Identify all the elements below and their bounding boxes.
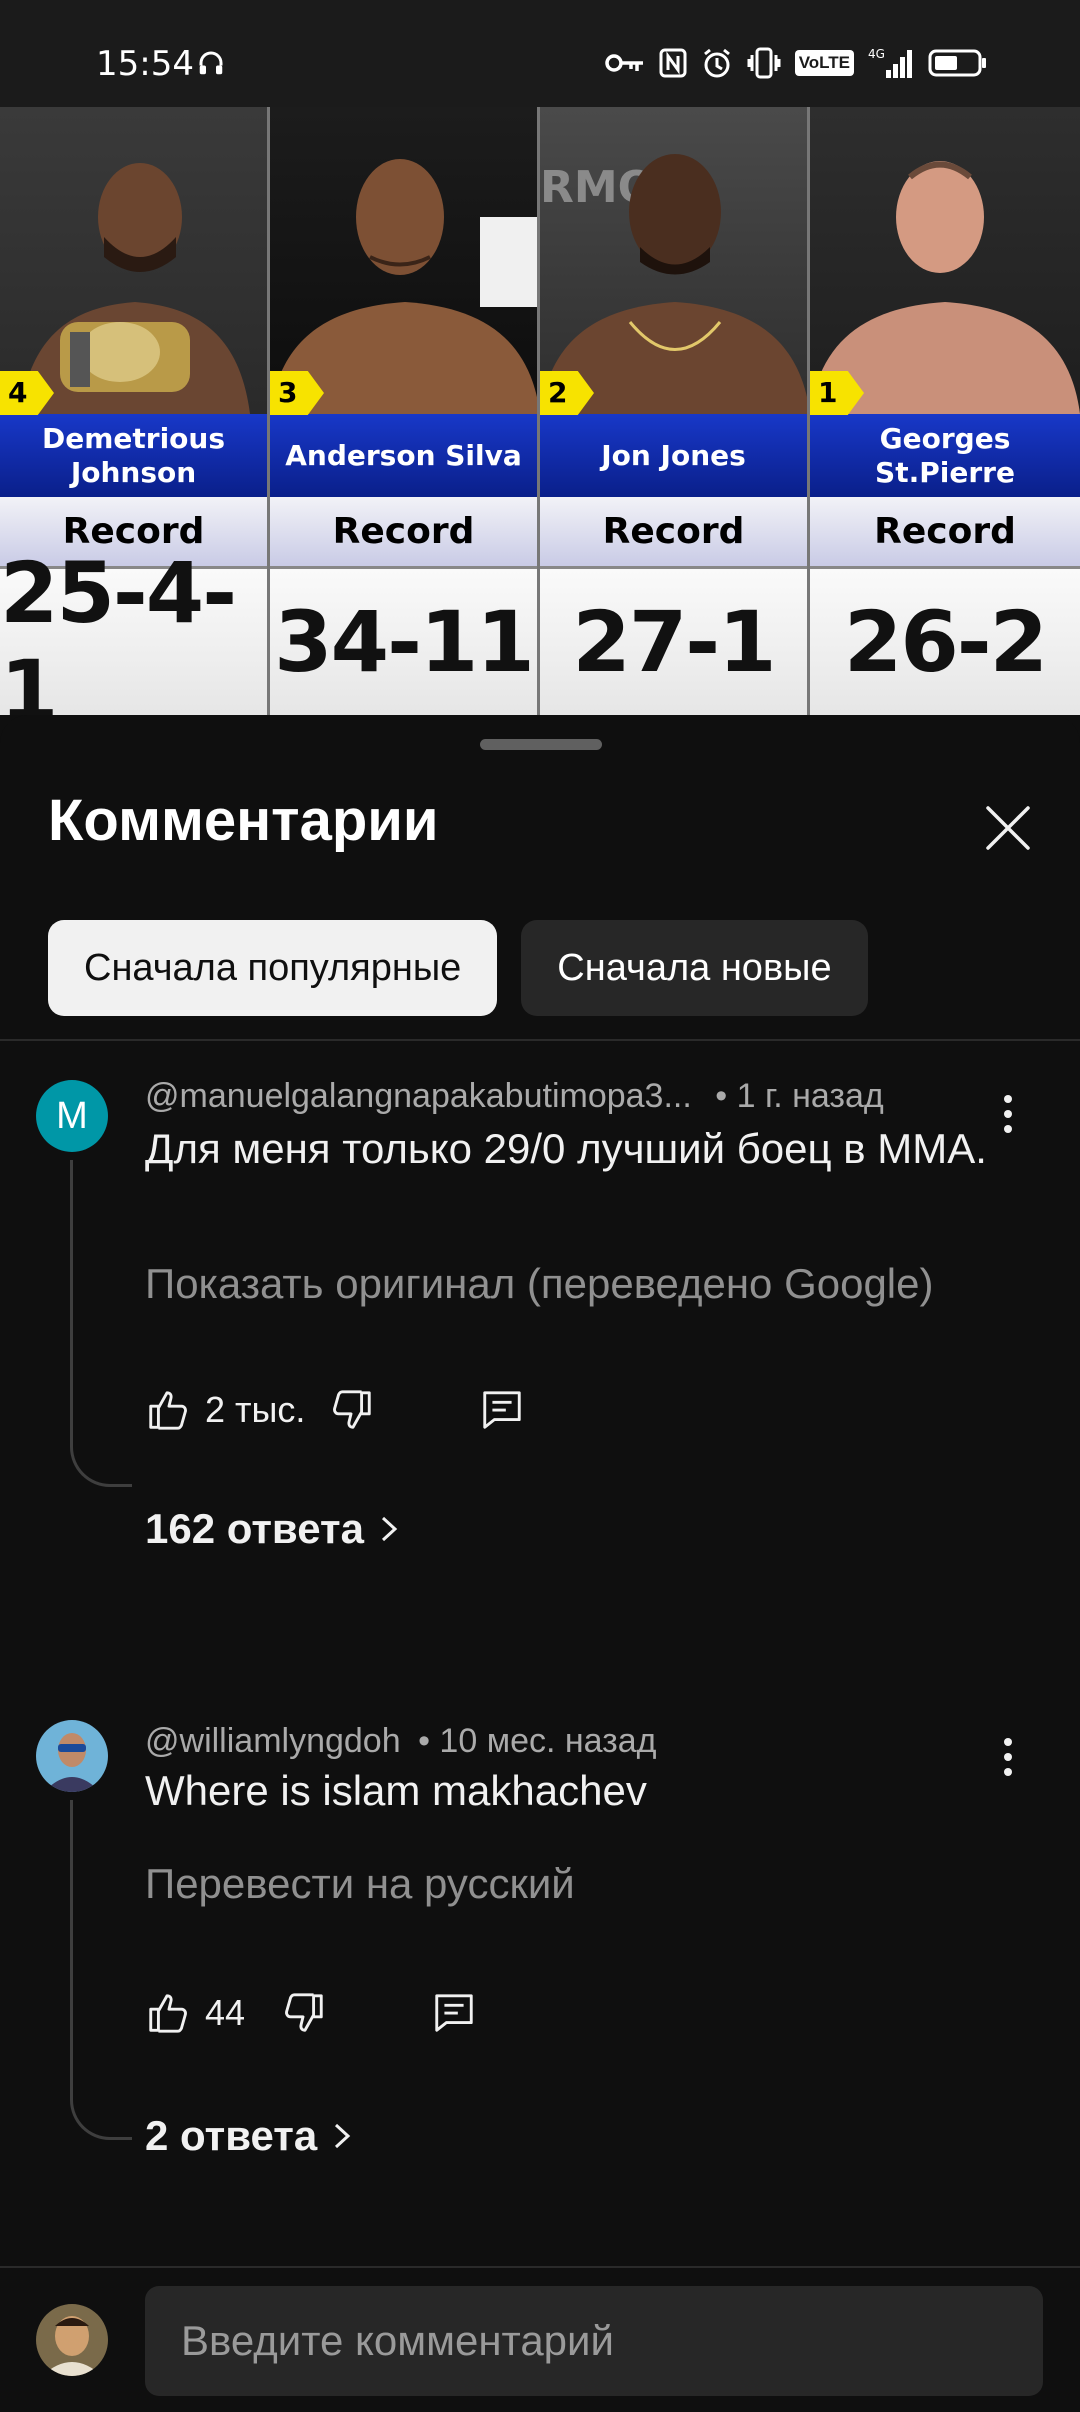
record-label: Record (270, 497, 537, 569)
thread-line (70, 1160, 132, 1487)
comment-composer (0, 2266, 1080, 2412)
fighter-card: 1 Georges St.Pierre Record 26-2 (810, 107, 1080, 715)
comment-time: • 1 г. назад (715, 1077, 884, 1115)
my-avatar[interactable] (36, 2304, 108, 2376)
record-value: 34-11 (270, 569, 537, 715)
chevron-right-icon (335, 2123, 351, 2149)
comment-text: Where is islam makhachev (145, 1767, 647, 1814)
fighter-name: Anderson Silva (270, 414, 537, 497)
dislike-icon[interactable] (281, 1990, 327, 2036)
volte-icon: VoLTE (794, 50, 854, 76)
avatar[interactable] (36, 1720, 108, 1792)
vibrate-icon (747, 47, 781, 79)
nfc-icon (659, 48, 687, 78)
like-count: 44 (205, 1992, 246, 2033)
comment-meta[interactable]: @williamlyngdoh • 10 мес. назад (145, 1722, 657, 1761)
record-label: Record (810, 497, 1080, 569)
fighter-name: Demetrious Johnson (0, 414, 267, 497)
avatar[interactable]: M (36, 1080, 108, 1152)
fighter-photo: RMO (540, 107, 807, 414)
fighter-photo (810, 107, 1080, 414)
record-value: 26-2 (810, 569, 1080, 715)
dislike-icon[interactable] (329, 1387, 375, 1433)
close-icon[interactable] (980, 800, 1036, 856)
alarm-icon (703, 48, 730, 78)
show-original-link[interactable]: Показать оригинал (переведено Google) (145, 1260, 933, 1308)
translate-link[interactable]: Перевести на русский (145, 1860, 575, 1908)
reply-icon[interactable] (431, 1990, 477, 2036)
signal-icon: 4G (868, 47, 912, 78)
video-player[interactable]: 4 Demetrious Johnson Record 25-4-1 3 And… (0, 107, 1080, 715)
replies-count: 162 ответа (145, 1505, 364, 1552)
record-label: Record (540, 497, 807, 569)
divider (0, 1039, 1080, 1041)
status-time: 15:54 (96, 44, 194, 84)
sort-chip-popular[interactable]: Сначала популярные (48, 920, 498, 1016)
svg-text:4G: 4G (868, 47, 885, 61)
like-icon[interactable] (145, 1990, 191, 2036)
record-value: 27-1 (540, 569, 807, 715)
key-icon (604, 54, 643, 72)
sort-chips: Сначала популярные Сначала новые (48, 920, 868, 1016)
comment-author[interactable]: @manuelgalangnapakabutimopa3... (145, 1077, 692, 1115)
record-value: 25-4-1 (0, 544, 267, 715)
fighter-photo (0, 107, 267, 414)
thread-line (70, 1800, 132, 2140)
like-count: 2 тыс. (205, 1389, 306, 1430)
comment-text: Для меня только 29/0 лучший боец в ММА. (145, 1125, 987, 1172)
chevron-right-icon (381, 1516, 398, 1542)
comment-time: • 10 мес. назад (418, 1722, 657, 1760)
fighter-photo (270, 107, 537, 414)
comments-title: Комментарии (48, 788, 439, 853)
reply-icon[interactable] (479, 1387, 525, 1433)
fighter-name: Jon Jones (540, 414, 807, 497)
battery-icon (928, 49, 986, 77)
status-bar: 15:54 VoLTE 4G (0, 0, 1080, 107)
fighter-card: 4 Demetrious Johnson Record 25-4-1 (0, 107, 270, 715)
headphones-icon (199, 51, 223, 75)
comments-sheet: Комментарии Сначала популярные Сначала н… (0, 715, 1080, 2412)
fighter-card: RMO 2 Jon Jones Record 27-1 (540, 107, 810, 715)
fighter-name: Georges St.Pierre (810, 414, 1080, 497)
comment-input[interactable] (145, 2286, 1043, 2396)
replies-count: 2 ответа (145, 2112, 318, 2159)
view-replies-button[interactable]: 162 ответа (145, 1505, 400, 1553)
comment-meta[interactable]: @manuelgalangnapakabutimopa3... • 1 г. н… (145, 1077, 884, 1116)
comment-actions: 2 тыс. (145, 1387, 525, 1433)
like-icon[interactable] (145, 1387, 191, 1433)
view-replies-button[interactable]: 2 ответа (145, 2112, 353, 2160)
sort-chip-newest[interactable]: Сначала новые (521, 920, 868, 1016)
comment-actions: 44 (145, 1990, 477, 2036)
fighter-card: 3 Anderson Silva Record 34-11 (270, 107, 540, 715)
drag-handle[interactable] (480, 739, 602, 750)
comment-author[interactable]: @williamlyngdoh (145, 1722, 401, 1760)
